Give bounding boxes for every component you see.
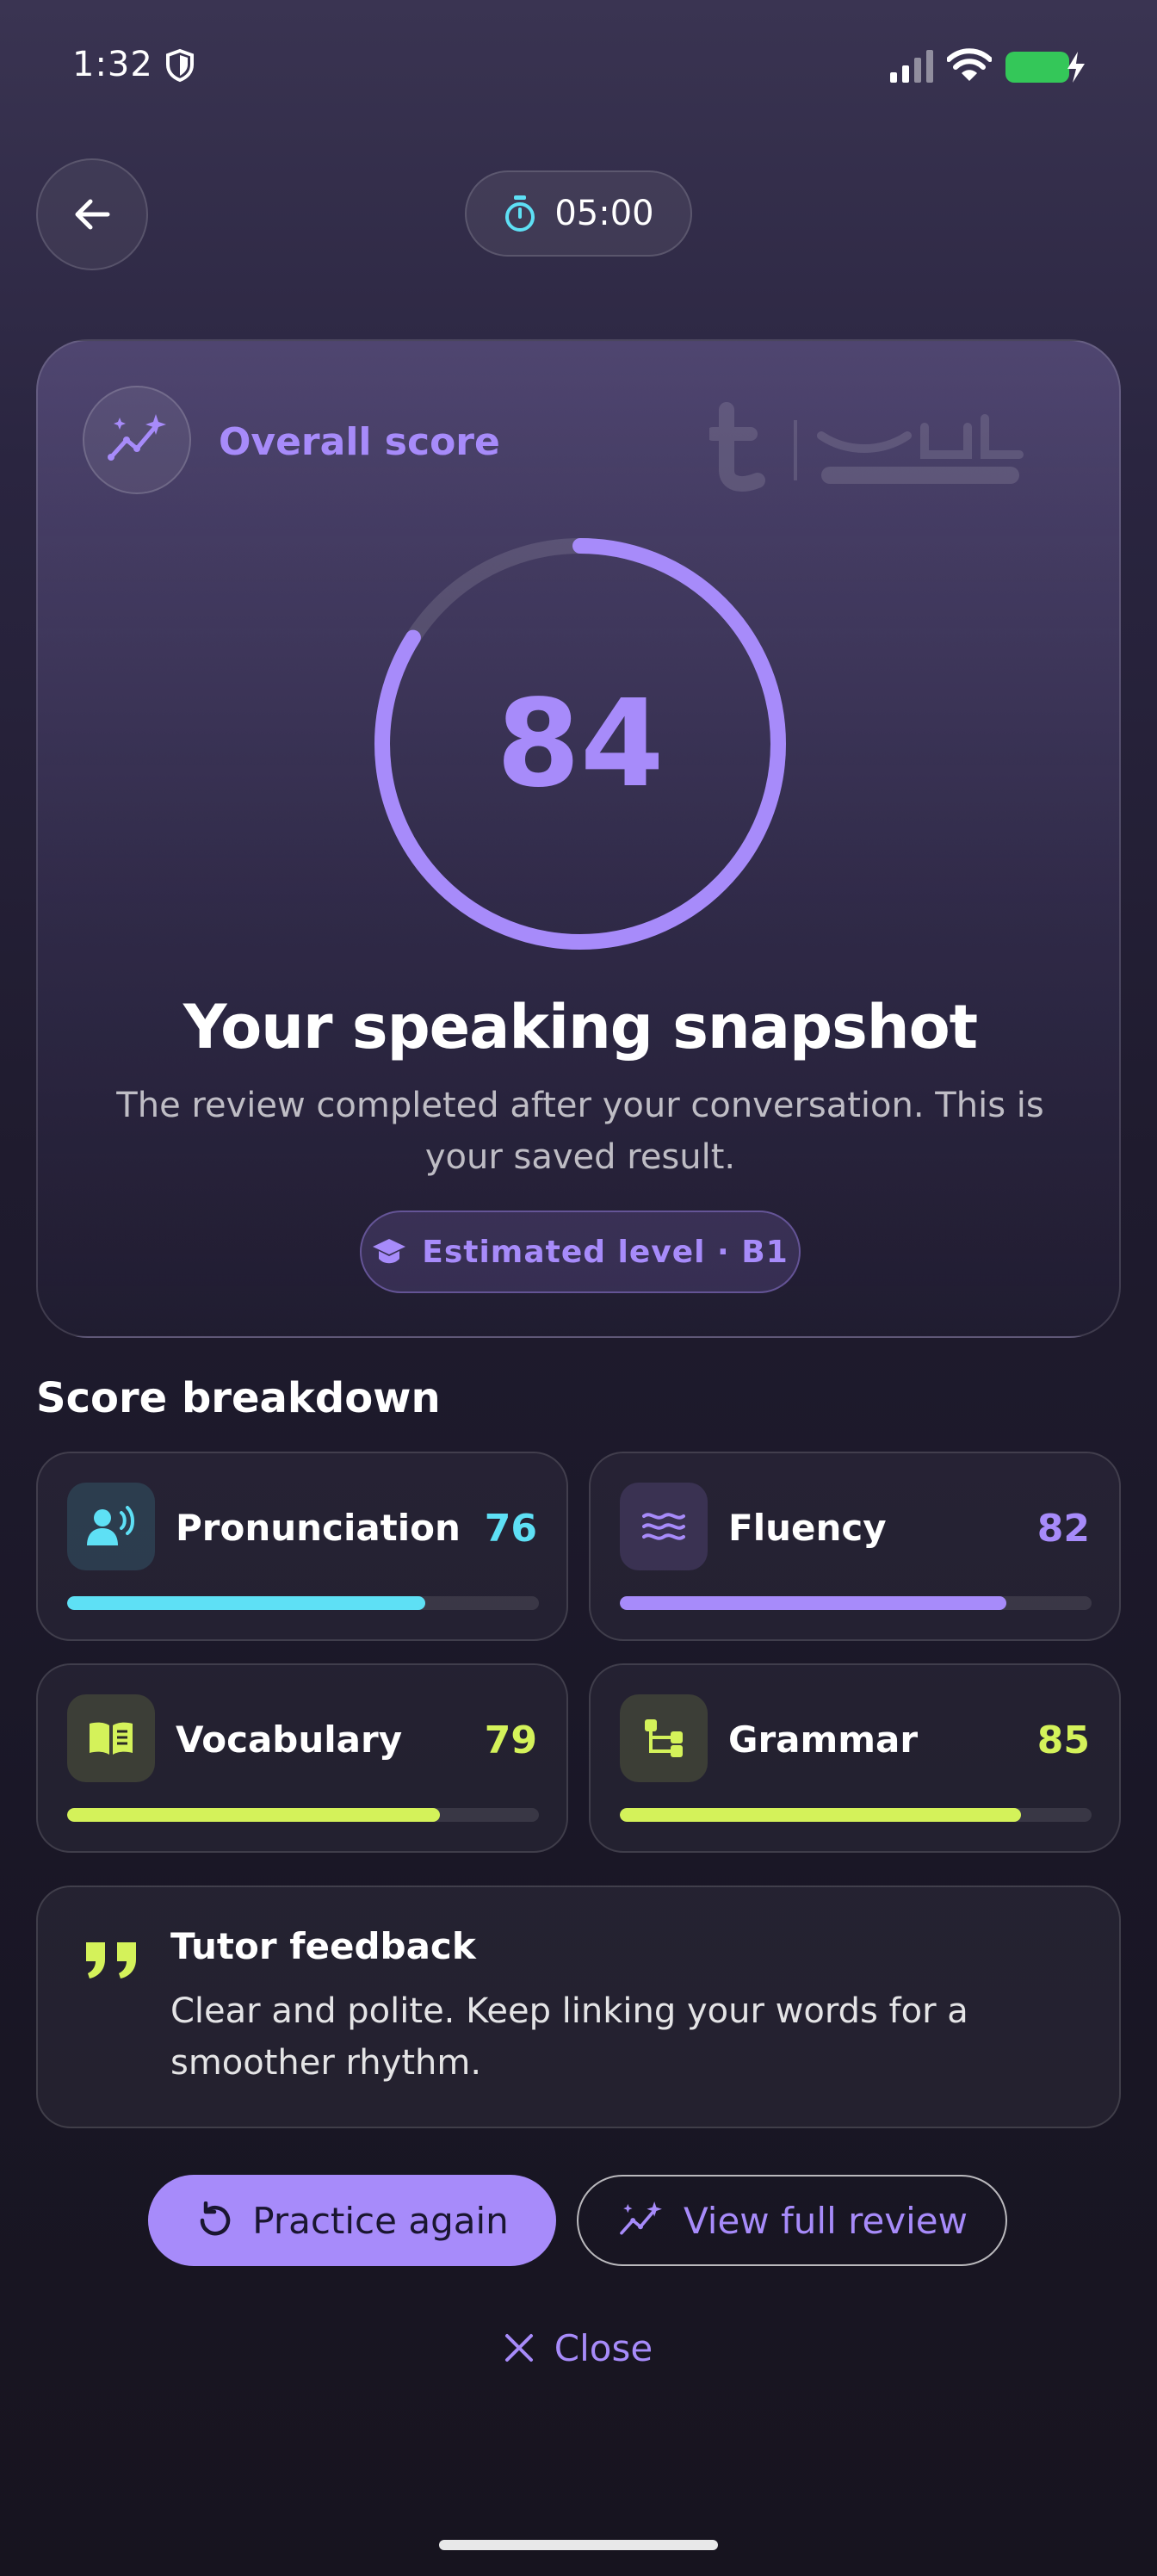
metric-progress-track xyxy=(67,1808,539,1822)
overall-score-card: Overall score 84 Your speaking snapshot … xyxy=(36,339,1121,1338)
practice-again-button[interactable]: Practice again xyxy=(148,2175,556,2266)
estimated-level-text: Estimated level · B1 xyxy=(422,1234,789,1270)
close-button[interactable]: Close xyxy=(492,2318,665,2378)
close-icon xyxy=(504,2334,533,2362)
metric-progress-fill xyxy=(620,1808,1021,1822)
score-breakdown-title: Score breakdown xyxy=(36,1374,441,1422)
restart-icon xyxy=(200,2201,231,2236)
practice-again-label: Practice again xyxy=(252,2199,509,2242)
metric-label: Pronunciation xyxy=(176,1507,461,1549)
metric-label: Grammar xyxy=(728,1718,919,1761)
home-indicator xyxy=(439,2540,718,2550)
structure-icon xyxy=(620,1694,708,1782)
estimated-level-badge: Estimated level · B1 xyxy=(360,1211,801,1293)
book-icon xyxy=(67,1694,155,1782)
back-button[interactable] xyxy=(36,158,148,270)
metric-progress-track xyxy=(620,1596,1092,1610)
arrow-left-icon xyxy=(75,199,110,230)
snapshot-title: Your speaking snapshot xyxy=(183,992,978,1062)
status-bar: 1:32 xyxy=(0,0,1157,138)
tutor-feedback-card: Tutor feedback Clear and polite. Keep li… xyxy=(36,1886,1121,2128)
waves-icon xyxy=(620,1483,708,1570)
graduation-cap-icon xyxy=(373,1239,406,1264)
sparkle-trend-icon xyxy=(83,386,191,494)
metric-progress-fill xyxy=(67,1808,440,1822)
metric-value: 76 xyxy=(484,1507,537,1551)
metric-card-grammar: Grammar 85 xyxy=(589,1663,1121,1853)
wifi-icon xyxy=(947,48,992,81)
tutor-feedback-body: Clear and polite. Keep linking your word… xyxy=(170,1991,968,2083)
stopwatch-icon xyxy=(505,195,535,232)
metric-card-vocabulary: Vocabulary 79 xyxy=(36,1663,568,1853)
snapshot-subtitle: The review completed after your conversa… xyxy=(116,1086,1044,1177)
sparkle-trend-icon xyxy=(620,2201,662,2235)
metric-card-pronunciation: Pronunciation 76 xyxy=(36,1452,568,1641)
metric-progress-track xyxy=(67,1596,539,1610)
timer-text: 05:00 xyxy=(554,194,654,233)
close-label: Close xyxy=(554,2326,653,2369)
metric-label: Vocabulary xyxy=(176,1718,403,1761)
status-time: 1:32 xyxy=(72,45,153,84)
metric-label: Fluency xyxy=(728,1507,887,1549)
metric-value: 85 xyxy=(1036,1718,1090,1762)
brand-watermark-logo xyxy=(709,402,1024,492)
score-ring: 84 xyxy=(368,532,792,956)
metric-card-fluency: Fluency 82 xyxy=(589,1452,1121,1641)
speaker-icon xyxy=(67,1483,155,1570)
metric-progress-fill xyxy=(67,1596,426,1610)
overall-score-label: Overall score xyxy=(219,420,500,464)
view-full-review-label: View full review xyxy=(683,2199,968,2242)
shield-icon xyxy=(166,48,194,83)
view-full-review-button[interactable]: View full review xyxy=(577,2175,1007,2266)
overall-score-value: 84 xyxy=(496,673,665,814)
timer-pill: 05:00 xyxy=(465,170,692,257)
tutor-feedback-title: Tutor feedback xyxy=(170,1925,476,1967)
battery-charging-icon xyxy=(1005,52,1085,83)
metric-value: 82 xyxy=(1036,1507,1090,1551)
cellular-signal-icon xyxy=(890,50,933,83)
metric-progress-fill xyxy=(620,1596,1007,1610)
metric-value: 79 xyxy=(484,1718,537,1762)
quote-icon xyxy=(86,1942,136,1978)
metric-progress-track xyxy=(620,1808,1092,1822)
